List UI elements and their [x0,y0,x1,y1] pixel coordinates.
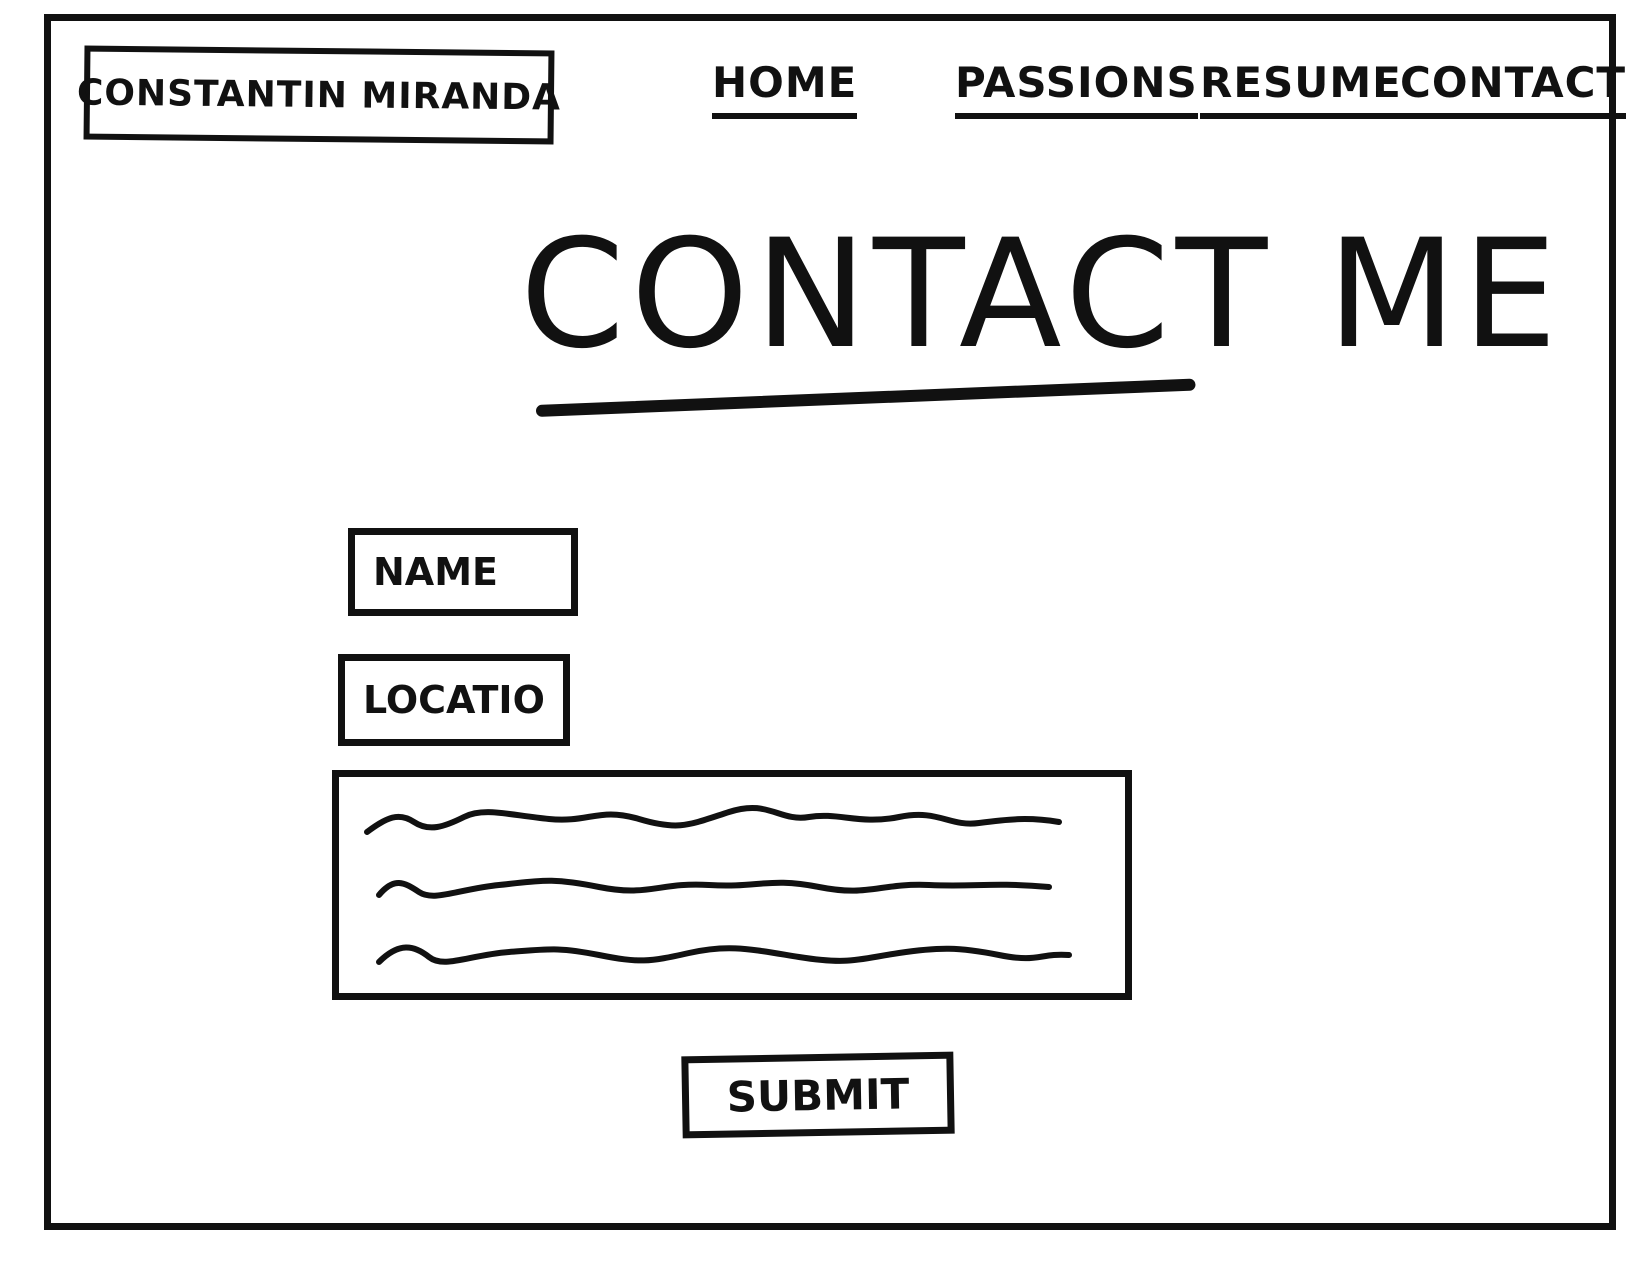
message-textarea[interactable] [332,770,1132,1000]
location-input[interactable] [338,654,570,746]
scribble-line [376,944,1072,965]
name-input[interactable] [348,528,578,616]
nav-passions-link[interactable]: PASSIONS [955,58,1198,119]
page-title: CONTACT ME [520,208,1564,382]
scribble-line [376,877,1052,899]
nav-home-link[interactable]: HOME [712,58,858,119]
nav-resume-link[interactable]: RESUME [1200,58,1402,119]
scribble-line [364,805,1062,835]
submit-button[interactable]: SUBMIT [681,1051,955,1139]
placeholder-text-scribble [364,805,1072,965]
page-frame [44,14,1616,1230]
site-logo[interactable]: CONSTANTIN MIRANDA [77,45,561,145]
nav-contact-link[interactable]: CONTACT [1400,58,1627,119]
